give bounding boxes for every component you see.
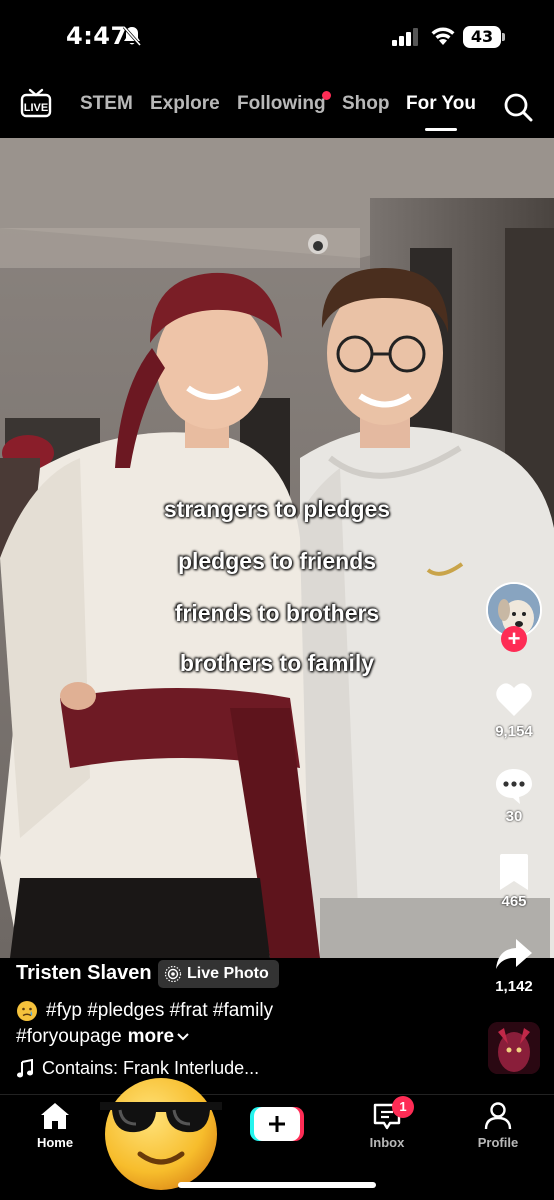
- bookmark-icon[interactable]: [494, 852, 534, 892]
- share-icon[interactable]: [494, 935, 534, 975]
- bell-muted-icon: [122, 26, 142, 46]
- tab-home[interactable]: Home: [15, 1101, 95, 1150]
- tab-explore[interactable]: Explore: [150, 93, 220, 115]
- cellular-signal-icon: [392, 28, 418, 46]
- more-link[interactable]: more: [128, 1026, 174, 1047]
- tab-following[interactable]: Following: [237, 93, 326, 115]
- svg-text:LIVE: LIVE: [24, 102, 48, 114]
- battery-level: 43: [470, 27, 494, 46]
- hashtags-text-2: #foryoupage: [16, 1026, 122, 1047]
- heart-icon[interactable]: [494, 680, 534, 720]
- comment-count: 30: [505, 808, 523, 825]
- smiling-face-sunglasses-emoji-icon: [100, 1078, 222, 1190]
- share-count: 1,142: [495, 978, 533, 995]
- comment-icon[interactable]: [494, 766, 534, 806]
- home-indicator: [178, 1182, 376, 1188]
- caption-line-4: brothers to family: [179, 650, 375, 676]
- album-art-icon: [488, 1022, 540, 1074]
- tab-for-you[interactable]: For You: [406, 93, 476, 115]
- caption-line-2: pledges to friends: [177, 548, 377, 574]
- home-label: Home: [36, 1135, 74, 1150]
- following-notification-dot: [322, 91, 331, 100]
- music-note-icon: [17, 1058, 33, 1077]
- create-button[interactable]: [250, 1107, 304, 1141]
- chevron-down-icon: [177, 1033, 189, 1041]
- video-player[interactable]: strangers to pledges pledges to friends …: [0, 138, 554, 958]
- live-photo-badge[interactable]: Live Photo: [158, 960, 279, 988]
- tab-stem[interactable]: STEM: [80, 93, 133, 115]
- tab-shop[interactable]: Shop: [342, 93, 390, 115]
- wifi-icon: [431, 27, 455, 45]
- inbox-label: Inbox: [369, 1135, 405, 1150]
- home-icon: [41, 1103, 69, 1129]
- profile-label: Profile: [477, 1135, 519, 1150]
- status-bar: 4:47 43: [0, 0, 554, 70]
- status-time: 4:47: [66, 22, 128, 50]
- live-icon[interactable]: LIVE: [20, 88, 52, 118]
- creator-username[interactable]: Tristen Slaven: [16, 962, 152, 985]
- save-count: 465: [501, 893, 527, 910]
- search-icon[interactable]: [503, 92, 533, 122]
- inbox-badge: 1: [392, 1096, 414, 1118]
- follow-button[interactable]: +: [501, 626, 527, 652]
- tab-inbox[interactable]: Inbox: [347, 1101, 427, 1150]
- tab-profile[interactable]: Profile: [458, 1101, 538, 1150]
- hashtags-line-1[interactable]: #fyp #pledges #frat #family: [16, 1000, 273, 1022]
- profile-icon: [484, 1102, 512, 1130]
- live-photo-label: Live Photo: [187, 965, 269, 982]
- caption-line-3: friends to brothers: [174, 600, 380, 626]
- caption-line-1: strangers to pledges: [163, 496, 391, 522]
- live-photo-icon: [164, 965, 182, 983]
- sound-thumbnail[interactable]: [488, 1022, 540, 1074]
- active-tab-underline: [425, 128, 457, 131]
- crying-face-emoji-icon: [17, 1001, 37, 1021]
- like-count: 9,154: [495, 723, 533, 740]
- top-nav: LIVE STEM Explore Following Shop For You: [0, 78, 554, 134]
- battery-indicator: 43: [463, 26, 505, 48]
- hashtags-line-2[interactable]: #foryoupage more: [16, 1026, 190, 1048]
- hashtags-text-1: #fyp #pledges #frat #family: [46, 1000, 274, 1021]
